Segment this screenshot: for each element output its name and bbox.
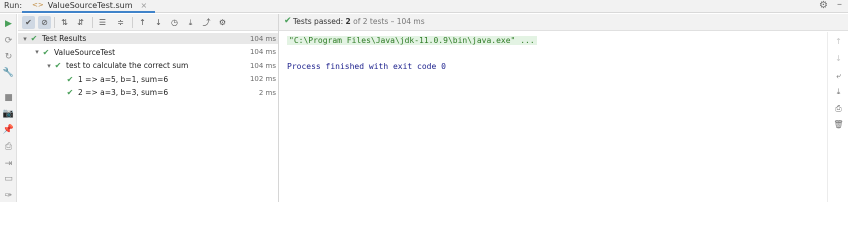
tree-row-duration: 2 ms [258, 88, 276, 97]
run-config-icon: <> [32, 1, 44, 9]
status-rest: of 2 tests – 104 ms [353, 17, 425, 26]
passed-check-icon: ✔ [66, 74, 74, 84]
expand-arrow-icon[interactable]: ▾ [21, 35, 29, 43]
exit-icon[interactable]: ⇥ [2, 157, 15, 170]
test-status-bar: ✔ Tests passed: 2 of 2 tests – 104 ms [279, 14, 848, 31]
toggle-auto-test-icon[interactable]: ↻ [2, 50, 15, 63]
rerun-failed-icon[interactable]: ⟳ [2, 34, 15, 47]
tree-row-label: ValueSourceTest [54, 47, 116, 57]
test-results-tree: ▾ ✔ Test Results 104 ms ▾ ✔ ValueSourceTest 104… [18, 32, 278, 202]
screenshot-icon[interactable]: 📷 [2, 107, 15, 120]
rerun-icon[interactable]: ▶ [2, 17, 15, 30]
run-label: Run: [4, 1, 23, 10]
soft-wrap-icon[interactable]: ⤶ [832, 69, 845, 82]
tree-row-label: 1 => a=5, b=1, sum=6 [78, 74, 169, 84]
tree-row-duration: 102 ms [249, 75, 276, 83]
test-settings-icon[interactable]: ⚙ [216, 16, 229, 29]
run-window-titlebar: Run: <> ValueSourceTest.sum × ⚙ – [0, 0, 848, 13]
console-output[interactable]: "C:\Program Files\Java\jdk-11.0.9\bin\ja… [279, 32, 824, 202]
gear-icon[interactable]: ⚙ [819, 0, 828, 11]
expand-arrow-icon[interactable]: ▾ [45, 62, 53, 70]
pin-icon[interactable]: 📌 [2, 123, 15, 136]
tree-row[interactable]: ▾ ✔ ValueSourceTest 104 ms [18, 47, 278, 58]
minimize-icon[interactable]: – [837, 0, 842, 10]
passed-check-icon: ✔ [66, 88, 74, 97]
pin-tab-icon[interactable]: ✑ [2, 189, 15, 202]
tree-row-label: Test Results [42, 34, 87, 43]
status-count: 2 [345, 17, 351, 26]
tree-row[interactable]: ✔ 1 => a=5, b=1, sum=6 102 ms [18, 74, 278, 85]
prev-failed-icon[interactable]: ↑ [136, 16, 149, 29]
run-tab[interactable]: <> ValueSourceTest.sum × [22, 0, 156, 13]
toolbar-separator [54, 17, 55, 28]
run-tab-title: ValueSourceTest.sum [47, 1, 133, 10]
status-label: Tests passed: [293, 17, 344, 26]
console-toolbar: ↑ ↓ ⤶ ⤓ ⎙ 🗑 [827, 32, 848, 202]
collapse-all-icon[interactable]: ≑ [114, 16, 127, 29]
next-failed-icon[interactable]: ↓ [152, 16, 165, 29]
tree-row-label: test to calculate the correct sum [66, 61, 189, 70]
sort-duration-icon[interactable]: ⇵ [74, 16, 87, 29]
layout-icon[interactable]: ▭ [2, 172, 15, 185]
scroll-to-end-icon[interactable]: ⤓ [832, 85, 845, 98]
console-command-line[interactable]: "C:\Program Files\Java\jdk-11.0.9\bin\ja… [287, 36, 537, 45]
tree-row-duration: 104 ms [249, 34, 276, 43]
left-toolbar: ▶ ⟳ ↻ 🔧 ■ 📷 📌 ⎙ ⇥ ▭ ✑ [0, 14, 17, 202]
tests-passed-status: Tests passed: 2 of 2 tests – 104 ms [293, 17, 425, 26]
tree-row-label: 2 => a=3, b=3, sum=6 [78, 88, 169, 97]
tree-row[interactable]: ▾ ✔ Test Results 104 ms [18, 33, 278, 44]
print-icon[interactable]: ⎙ [2, 140, 15, 153]
history-icon[interactable]: ◷ [168, 16, 181, 29]
show-passed-icon[interactable]: ✔ [22, 16, 35, 29]
print-console-icon[interactable]: ⎙ [832, 102, 845, 115]
passed-check-icon: ✔ [42, 47, 50, 57]
tree-row[interactable]: ▾ ✔ test to calculate the correct sum 104 m… [18, 60, 278, 71]
passed-check-icon: ✔ [30, 34, 38, 43]
export-icon[interactable]: ⤴ [200, 16, 213, 29]
tree-row[interactable]: ✔ 2 => a=3, b=3, sum=6 2 ms [18, 87, 278, 98]
show-ignored-icon[interactable]: ⊘ [38, 16, 51, 29]
stop-icon[interactable]: ■ [2, 91, 15, 104]
passed-check-icon: ✔ [284, 16, 292, 26]
expand-all-icon[interactable]: ☰ [96, 16, 109, 29]
scroll-up-icon[interactable]: ↑ [832, 35, 845, 48]
console-exit-line: Process finished with exit code 0 [287, 62, 446, 71]
import-tests-icon[interactable]: ⤓ [184, 16, 197, 29]
passed-check-icon: ✔ [54, 61, 62, 70]
toolbar-separator [132, 17, 133, 28]
scroll-down-icon[interactable]: ↓ [832, 52, 845, 65]
tree-row-duration: 104 ms [249, 61, 276, 70]
tree-row-duration: 104 ms [249, 48, 276, 56]
clear-all-icon[interactable]: 🗑 [832, 118, 845, 131]
toolbar-separator [92, 17, 93, 28]
close-tab-icon[interactable]: × [141, 1, 148, 10]
expand-arrow-icon[interactable]: ▾ [33, 48, 41, 56]
settings-wrench-icon[interactable]: 🔧 [2, 66, 15, 79]
sort-alpha-icon[interactable]: ⇅ [58, 16, 71, 29]
test-tree-toolbar: ✔ ⊘ ⇅ ⇵ ☰ ≑ ↑ ↓ ◷ ⤓ ⤴ ⚙ [18, 14, 278, 31]
